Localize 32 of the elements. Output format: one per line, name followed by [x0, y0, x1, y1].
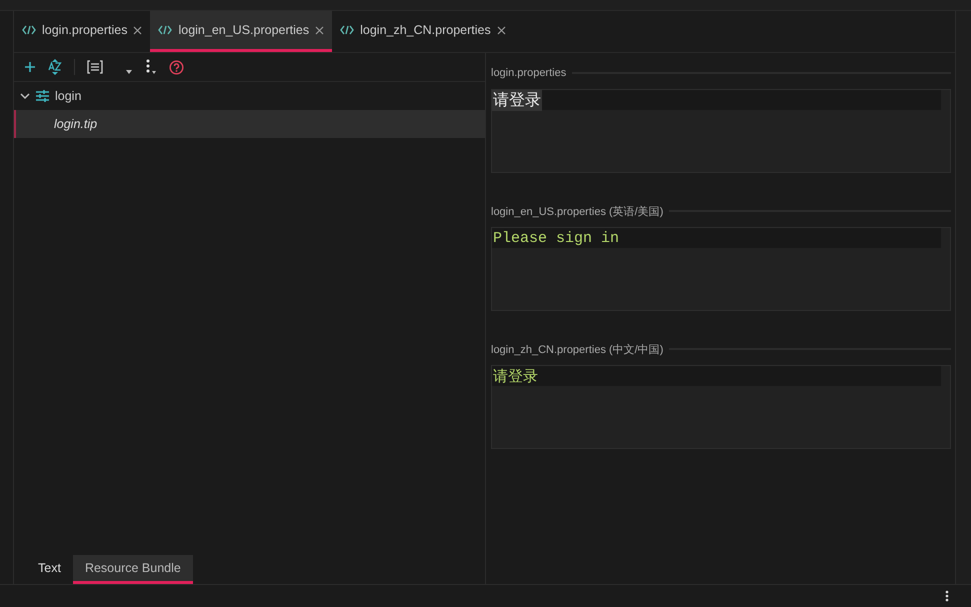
close-icon[interactable]	[133, 26, 142, 34]
code-icon	[158, 25, 172, 35]
view-tab[interactable]: Resource Bundle	[72, 555, 193, 584]
property-value: Please sign in	[492, 230, 620, 246]
value-editor[interactable]: 请登录	[491, 89, 951, 173]
sliders-icon	[36, 90, 49, 102]
file-header: login_zh_CN.properties (中文/中国)	[491, 342, 664, 356]
add-icon[interactable]	[24, 61, 36, 73]
tree-item[interactable]: login.tip	[14, 110, 485, 138]
dropdown-icon[interactable]	[125, 69, 133, 75]
property-value: 请登录	[492, 368, 539, 386]
close-icon[interactable]	[496, 26, 506, 34]
file-tab[interactable]: login_en_US.properties	[150, 11, 332, 52]
list-icon[interactable]	[87, 60, 103, 74]
node-label: login	[55, 89, 82, 103]
code-icon	[340, 25, 354, 35]
sort-icon[interactable]	[48, 59, 62, 75]
chevron-icon[interactable]	[20, 91, 30, 101]
help-icon[interactable]	[169, 60, 184, 74]
file-header: login_en_US.properties (英语/美国)	[491, 204, 664, 218]
file-tab[interactable]: login_zh_CN.properties	[332, 11, 514, 52]
more-icon[interactable]	[145, 59, 157, 75]
tree-node[interactable]: login	[14, 82, 485, 110]
file-tab[interactable]: login.properties	[14, 11, 150, 52]
close-icon[interactable]	[315, 26, 324, 34]
more-icon[interactable]	[945, 590, 949, 602]
value-editor[interactable]: 请登录	[491, 365, 951, 449]
view-tab[interactable]: Text	[32, 555, 73, 584]
value-editor[interactable]: Please sign in	[491, 227, 951, 311]
property-value: 请登录	[492, 90, 542, 110]
code-icon	[22, 25, 36, 35]
file-header: login.properties	[491, 67, 566, 79]
